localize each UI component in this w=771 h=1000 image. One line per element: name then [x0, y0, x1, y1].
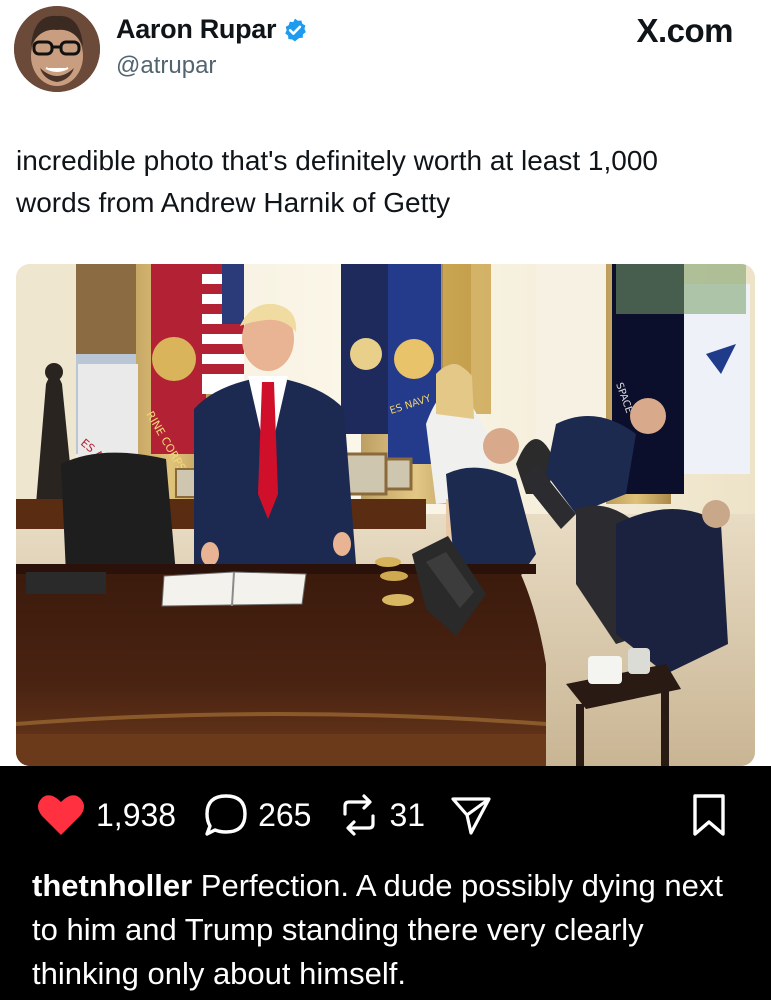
comment: thetnholler Perfection. A dude possibly …: [32, 864, 742, 996]
author-handle[interactable]: @atrupar: [116, 52, 216, 80]
share-button[interactable]: [449, 793, 493, 837]
author-display-name[interactable]: Aaron Rupar: [116, 14, 277, 45]
send-icon: [449, 793, 493, 837]
instagram-comment-overlay: 1,938 265 31 thetnholler Perfection. A d…: [0, 766, 771, 1000]
avatar[interactable]: [14, 6, 100, 92]
bookmark-button[interactable]: [689, 792, 729, 843]
comment-username[interactable]: thetnholler: [32, 868, 192, 903]
engagement-bar: 1,938 265 31: [36, 792, 493, 838]
reply-button[interactable]: 265: [202, 792, 311, 838]
like-button[interactable]: 1,938: [36, 793, 176, 837]
repost-count: 31: [389, 796, 426, 833]
oval-office-scene: ES ARMY RINE CORPS ES NAVY SPACE: [16, 264, 755, 766]
author-name-row: Aaron Rupar: [116, 14, 308, 45]
tweet-photo[interactable]: ES ARMY RINE CORPS ES NAVY SPACE: [16, 264, 755, 766]
heart-icon: [36, 793, 86, 837]
source-label: X.com: [636, 12, 733, 49]
repost-button[interactable]: 31: [339, 792, 425, 838]
bookmark-icon: [689, 794, 729, 842]
speech-bubble-icon: [202, 792, 250, 838]
tweet-text: incredible photo that's definitely worth…: [16, 145, 658, 218]
reply-count: 265: [258, 796, 312, 833]
verified-badge-icon: [282, 17, 308, 43]
repost-arrows-icon: [339, 792, 379, 838]
like-count: 1,938: [96, 796, 177, 833]
